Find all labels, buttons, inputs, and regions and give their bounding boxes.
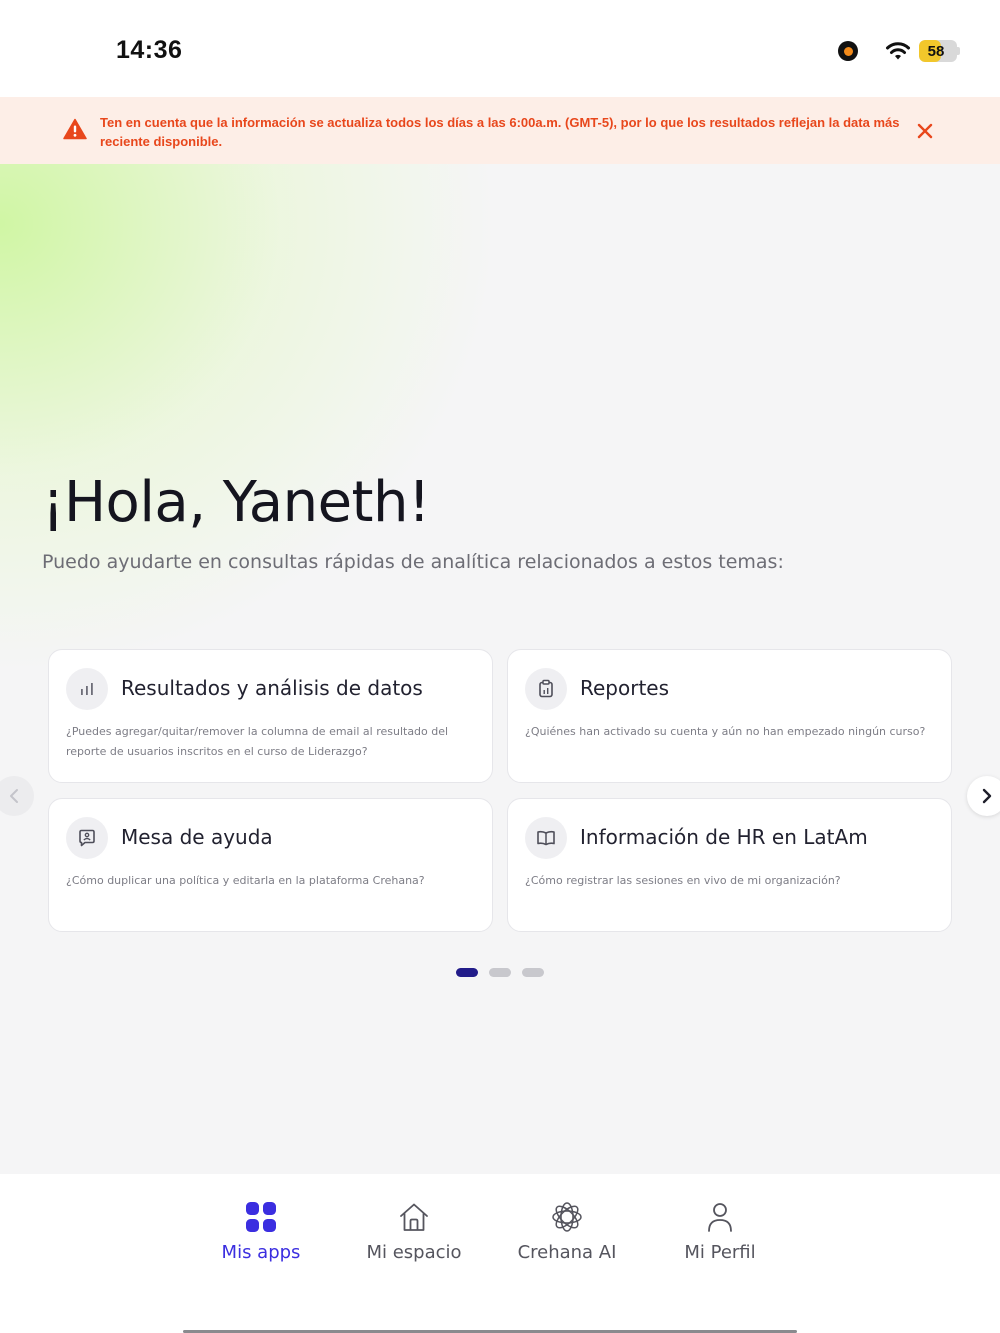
card-title: Resultados y análisis de datos: [121, 676, 423, 700]
topic-card-data-analysis[interactable]: Resultados y análisis de datos ¿Puedes a…: [48, 649, 493, 783]
battery-tip: [957, 47, 960, 55]
card-title: Mesa de ayuda: [121, 825, 273, 849]
card-description: ¿Quiénes han activado su cuenta y aún no…: [525, 725, 926, 738]
support-chat-icon: [66, 817, 108, 859]
tab-label: Crehana AI: [517, 1242, 617, 1263]
tab-label: Mi espacio: [366, 1242, 462, 1263]
card-description: ¿Puedes agregar/quitar/remover la column…: [66, 725, 449, 758]
carousel-dot[interactable]: [522, 968, 544, 977]
tab-label: Mis apps: [221, 1242, 301, 1263]
apps-grid-icon: [244, 1200, 278, 1234]
carousel-pagination: [456, 968, 544, 977]
user-icon: [703, 1200, 737, 1234]
topic-card-reports[interactable]: Reportes ¿Quiénes han activado su cuenta…: [507, 649, 952, 783]
ai-flower-icon: [550, 1200, 584, 1234]
topic-card-hr-latam[interactable]: Información de HR en LatAm ¿Cómo registr…: [507, 798, 952, 932]
tab-mi-espacio[interactable]: Mi espacio: [344, 1200, 484, 1263]
tab-mi-perfil[interactable]: Mi Perfil: [650, 1200, 790, 1263]
tab-label: Mi Perfil: [684, 1242, 756, 1263]
card-title: Reportes: [580, 676, 670, 700]
greeting-title: ¡Hola, Yaneth!: [42, 470, 430, 535]
chevron-right-icon: [982, 788, 992, 804]
recording-dot-icon: [838, 41, 858, 61]
status-time: 14:36: [116, 36, 183, 64]
carousel-dot[interactable]: [489, 968, 511, 977]
clipboard-icon: [525, 668, 567, 710]
topic-card-help-desk[interactable]: Mesa de ayuda ¿Cómo duplicar una polític…: [48, 798, 493, 932]
card-description: ¿Cómo duplicar una política y editarla e…: [66, 874, 425, 887]
wifi-icon: [886, 42, 910, 60]
home-icon: [397, 1200, 431, 1234]
bar-chart-icon: [66, 668, 108, 710]
card-description: ¿Cómo registrar las sesiones en vivo de …: [525, 874, 841, 887]
greeting-subtitle: Puedo ayudarte en consultas rápidas de a…: [42, 551, 784, 573]
close-icon[interactable]: [914, 120, 936, 142]
battery-icon: 58: [919, 40, 957, 62]
tab-crehana-ai[interactable]: Crehana AI: [497, 1200, 637, 1263]
alert-message: Ten en cuenta que la información se actu…: [100, 115, 900, 149]
warning-icon: [63, 118, 87, 140]
battery-level: 58: [927, 42, 945, 60]
carousel-next-button[interactable]: [967, 776, 1000, 816]
book-icon: [525, 817, 567, 859]
card-title: Información de HR en LatAm: [580, 825, 868, 849]
carousel-dot[interactable]: [456, 968, 478, 977]
tab-mis-apps[interactable]: Mis apps: [191, 1200, 331, 1263]
chevron-left-icon: [10, 789, 18, 803]
